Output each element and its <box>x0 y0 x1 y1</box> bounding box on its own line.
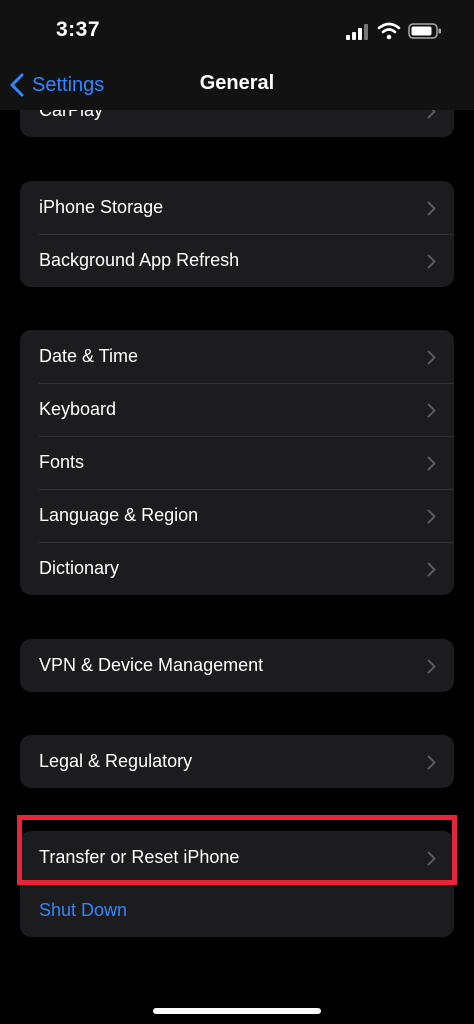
row-legal-regulatory[interactable]: Legal & Regulatory <box>20 735 454 788</box>
row-language-region[interactable]: Language & Region <box>20 489 454 542</box>
status-time: 3:37 <box>56 18 101 41</box>
chevron-right-icon <box>427 456 436 470</box>
chevron-right-icon <box>427 562 436 576</box>
row-dictionary[interactable]: Dictionary <box>20 542 454 595</box>
row-label: Fonts <box>39 452 85 472</box>
chevron-right-icon <box>427 509 436 523</box>
navigation-bar: Settings General <box>0 60 474 110</box>
status-bar: 3:37 <box>0 0 474 60</box>
row-date-time[interactable]: Date & Time <box>20 330 454 383</box>
shut-down-button[interactable]: Shut Down <box>20 884 454 937</box>
row-label: Legal & Regulatory <box>39 751 193 771</box>
settings-group-storage: iPhone Storage Background App Refresh <box>20 181 454 287</box>
row-vpn-device-management[interactable]: VPN & Device Management <box>20 639 454 692</box>
chevron-right-icon <box>427 254 436 268</box>
row-label: iPhone Storage <box>39 197 164 217</box>
row-label: Shut Down <box>39 900 128 920</box>
settings-group-locale: Date & Time Keyboard Fonts Language & Re… <box>20 330 454 595</box>
row-keyboard[interactable]: Keyboard <box>20 383 454 436</box>
row-label: Language & Region <box>39 505 199 525</box>
row-label: Background App Refresh <box>39 250 240 270</box>
home-indicator <box>153 1008 321 1014</box>
row-background-app-refresh[interactable]: Background App Refresh <box>20 234 454 287</box>
row-label: VPN & Device Management <box>39 655 264 675</box>
page-title: General <box>199 72 275 94</box>
chevron-right-icon <box>427 755 436 769</box>
chevron-right-icon <box>427 403 436 417</box>
row-label: Date & Time <box>39 346 139 366</box>
row-fonts[interactable]: Fonts <box>20 436 454 489</box>
chevron-right-icon <box>427 659 436 673</box>
battery-icon <box>408 23 441 39</box>
settings-group-vpn: VPN & Device Management <box>20 639 454 692</box>
wifi-icon <box>377 22 401 40</box>
row-iphone-storage[interactable]: iPhone Storage <box>20 181 454 234</box>
settings-group-legal: Legal & Regulatory <box>20 735 454 788</box>
chevron-right-icon <box>427 201 436 215</box>
cellular-signal-icon <box>346 24 368 40</box>
chevron-right-icon <box>427 350 436 364</box>
highlight-box <box>17 815 457 885</box>
row-label: Dictionary <box>39 558 120 578</box>
row-label: Keyboard <box>39 399 117 419</box>
